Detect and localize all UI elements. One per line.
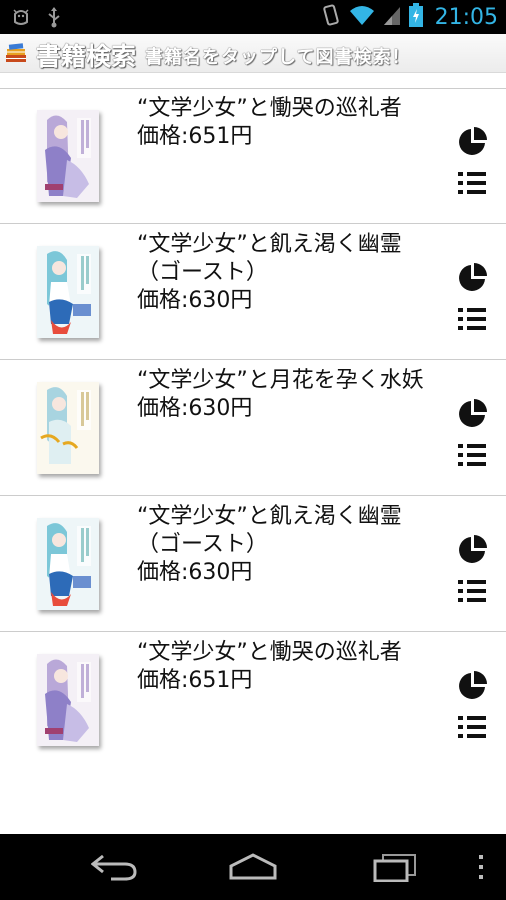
signal-icon [383,4,401,30]
back-icon[interactable] [80,834,150,900]
list-icon[interactable] [458,306,486,332]
navigation-bar [0,834,506,900]
book-price: 価格:651円 [137,124,253,149]
books-icon [4,41,28,65]
book-list-item[interactable]: “文学少女”と慟哭の巡礼者 価格:651円 [0,632,506,768]
battery-charging-icon [408,3,423,31]
overflow-menu-icon[interactable] [466,834,496,900]
book-price: 価格:630円 [137,396,253,421]
pie-chart-icon[interactable] [456,670,488,702]
vibrate-icon [321,3,341,31]
app-title: 書籍検索 [36,42,137,71]
pie-chart-icon[interactable] [456,126,488,158]
book-list-item[interactable]: “文学少女”と飢え渇く幽霊（ゴースト） 価格:630円 [0,496,506,632]
book-info: “文学少女”と慟哭の巡礼者 価格:651円 [137,95,442,151]
pie-chart-icon[interactable] [456,398,488,430]
status-bar: 21:05 [0,0,506,34]
book-cover [37,654,99,746]
book-cover [37,518,99,610]
book-info: “文学少女”と慟哭の巡礼者 価格:651円 [137,639,442,695]
pie-chart-icon[interactable] [456,534,488,566]
book-list-item[interactable]: “文学少女”と飢え渇く幽霊（ゴースト） 価格:630円 [0,224,506,360]
list-icon[interactable] [458,442,486,468]
pie-chart-icon[interactable] [456,262,488,294]
book-info: “文学少女”と月花を孕く水妖 価格:630円 [137,367,442,423]
book-title: “文学少女”と飢え渇く幽霊（ゴースト） [137,232,402,285]
clock: 21:05 [434,4,498,30]
book-cover [37,382,99,474]
book-cover [37,110,99,202]
book-list-item[interactable]: “文学少女”と慟哭の巡礼者 価格:651円 [0,88,506,224]
list-icon[interactable] [458,170,486,196]
book-title: “文学少女”と慟哭の巡礼者 [137,640,402,665]
list-icon[interactable] [458,714,486,740]
app-subtitle: 書籍名をタップして図書検索！ [145,47,411,68]
book-list: “文学少女”と慟哭の巡礼者 価格:651円 “文学少女”と飢え渇く幽霊（ゴースト… [0,88,506,768]
app-title-bar: 書籍検索 書籍名をタップして図書検索！ [0,34,506,73]
book-title: “文学少女”と飢え渇く幽霊（ゴースト） [137,504,402,557]
book-price: 価格:651円 [137,668,253,693]
home-icon[interactable] [218,834,288,900]
usb-icon [46,6,62,32]
book-list-item[interactable]: “文学少女”と月花を孕く水妖 価格:630円 [0,360,506,496]
list-icon[interactable] [458,578,486,604]
recent-apps-icon[interactable] [360,834,430,900]
book-cover [37,246,99,338]
book-price: 価格:630円 [137,560,253,585]
book-info: “文学少女”と飢え渇く幽霊（ゴースト） 価格:630円 [137,503,442,587]
book-title: “文学少女”と月花を孕く水妖 [137,368,424,393]
wifi-icon [349,4,375,30]
book-title: “文学少女”と慟哭の巡礼者 [137,96,402,121]
android-debug-icon [10,6,32,32]
book-price: 価格:630円 [137,288,253,313]
book-info: “文学少女”と飢え渇く幽霊（ゴースト） 価格:630円 [137,231,442,315]
